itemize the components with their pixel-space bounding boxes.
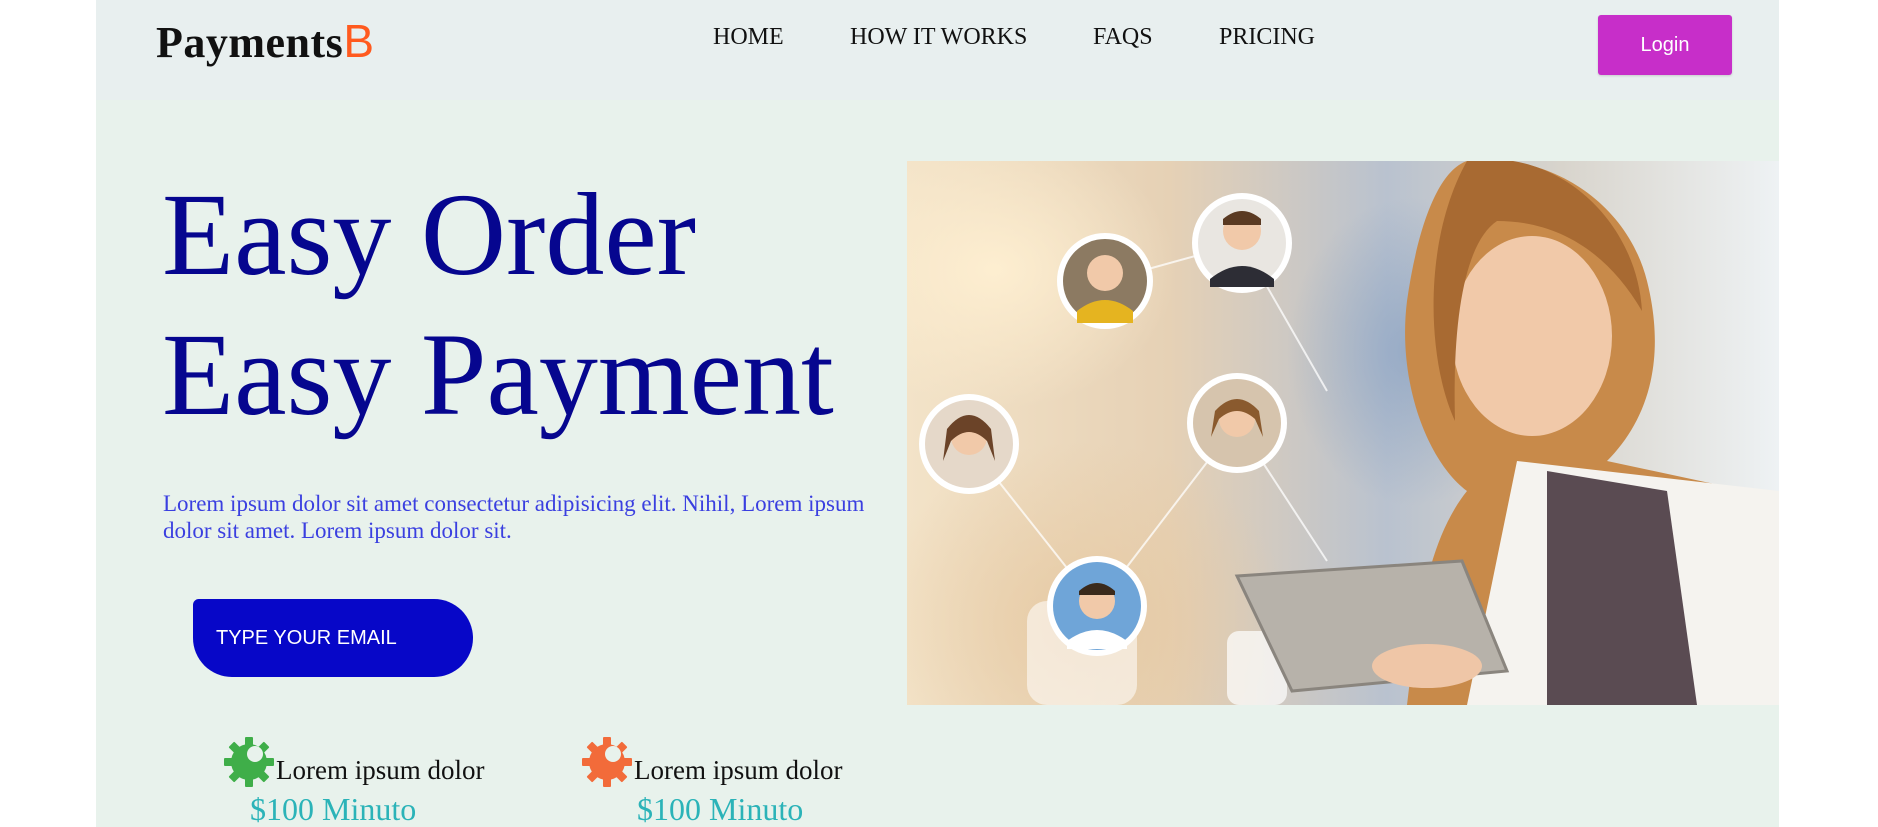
feature-label: Lorem ipsum dolor xyxy=(276,755,485,785)
avatar xyxy=(1187,373,1287,473)
gear-icon xyxy=(224,737,274,787)
hero-description: Lorem ipsum dolor sit amet consectetur a… xyxy=(163,491,865,543)
feature-price: $100 Minuto xyxy=(250,791,417,827)
logo-text: Payments xyxy=(156,18,344,67)
nav-link-how-it-works[interactable]: HOW IT WORKS xyxy=(850,24,1027,51)
nav-link-pricing[interactable]: PRICING xyxy=(1219,24,1315,51)
brand-logo[interactable]: PaymentsB xyxy=(156,14,375,68)
gear-icon xyxy=(582,737,632,787)
avatar xyxy=(1047,556,1147,656)
avatar xyxy=(919,394,1019,494)
hero-image xyxy=(907,161,1779,705)
logo-accent: B xyxy=(343,15,375,67)
nav-link-home[interactable]: HOME xyxy=(713,24,784,51)
login-button[interactable]: Login xyxy=(1598,15,1732,75)
page-frame: PaymentsB HOME HOW IT WORKS FAQS PRICING… xyxy=(96,0,1779,827)
avatar xyxy=(1192,193,1292,293)
feature-label: Lorem ipsum dolor xyxy=(634,755,843,785)
hero-title-line-1: Easy Order xyxy=(162,169,697,300)
hero-title-line-2: Easy Payment xyxy=(162,309,834,440)
feature-price: $100 Minuto xyxy=(637,791,804,827)
email-input[interactable] xyxy=(193,599,473,677)
avatar xyxy=(1057,233,1153,329)
hero-title: Easy Order Easy Payment xyxy=(162,165,834,445)
nav-link-faqs[interactable]: FAQS xyxy=(1093,24,1153,51)
avatar-network xyxy=(919,193,1292,656)
navbar: PaymentsB HOME HOW IT WORKS FAQS PRICING… xyxy=(96,0,1779,100)
hero-illustration xyxy=(919,161,1779,705)
